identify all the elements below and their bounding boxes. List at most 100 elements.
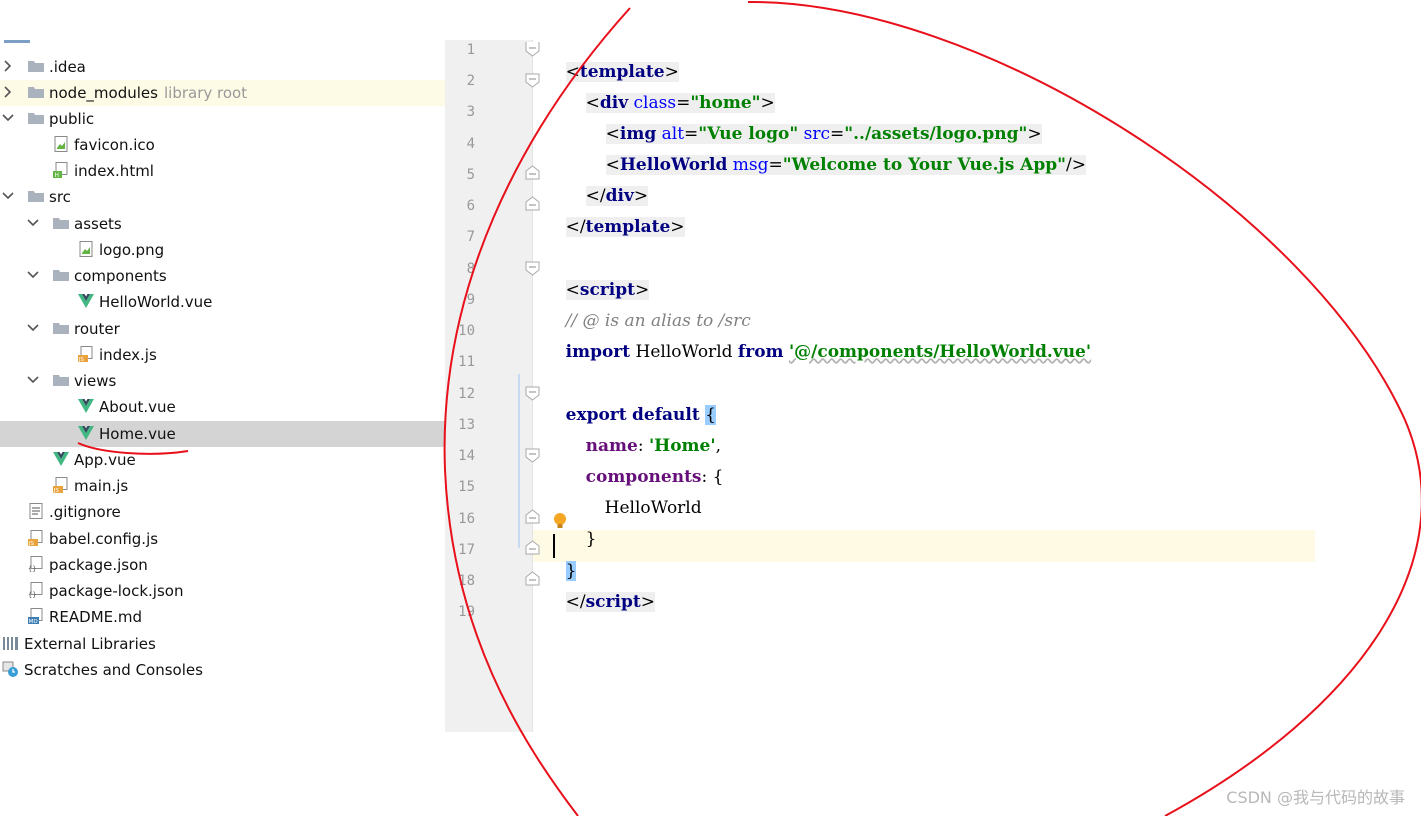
tree-item-views[interactable]: views	[0, 368, 445, 394]
folder-icon	[28, 113, 44, 124]
tree-item-logo-png[interactable]: logo.png	[0, 237, 445, 263]
tree-item-gitignore[interactable]: .gitignore	[0, 499, 445, 525]
code-line-15: HelloWorld	[583, 475, 702, 541]
tree-item-about-vue[interactable]: About.vue	[0, 394, 445, 420]
tree-item-idea[interactable]: .idea	[0, 54, 445, 80]
fold-end-marker-icon[interactable]	[525, 196, 540, 211]
tree-item-label: logo.png	[99, 241, 165, 259]
vue-file-icon	[78, 294, 94, 308]
line-number: 13	[458, 417, 475, 433]
tree-item-node-modules[interactable]: node_modules library root	[0, 80, 445, 106]
js-file-icon: JS	[28, 530, 43, 546]
fold-marker-icon[interactable]	[525, 448, 540, 463]
code-token: from	[737, 342, 784, 362]
tree-item-public[interactable]: public	[0, 106, 445, 132]
code-token: script	[585, 592, 641, 612]
tree-item-label: package.json	[49, 556, 148, 574]
tree-item-favicon[interactable]: favicon.ico	[0, 132, 445, 158]
line-number: 9	[466, 292, 475, 308]
tree-item-router[interactable]: router	[0, 316, 445, 342]
chevron-right-icon[interactable]	[1, 57, 15, 75]
image-file-icon	[79, 241, 93, 257]
code-token: />	[1066, 155, 1086, 175]
text-file-icon	[29, 503, 43, 519]
scratches-icon	[2, 661, 18, 677]
chevron-down-icon[interactable]	[1, 109, 15, 127]
code-line-10: import HelloWorld from '@/components/Hel…	[544, 319, 1091, 385]
code-line-18: </script>	[544, 569, 655, 635]
line-number: 4	[466, 136, 475, 152]
chevron-down-icon[interactable]	[26, 214, 40, 232]
js-file-icon: JS	[53, 477, 68, 493]
svg-text:MD: MD	[29, 619, 38, 624]
chevron-down-icon[interactable]	[26, 319, 40, 337]
tree-item-label: router	[74, 320, 120, 338]
fold-marker-icon[interactable]	[525, 386, 540, 401]
tree-item-assets[interactable]: assets	[0, 211, 445, 237]
tree-item-main-js[interactable]: JS main.js	[0, 473, 445, 499]
line-number: 15	[458, 479, 475, 495]
lightbulb-icon[interactable]	[553, 512, 567, 530]
svg-text:JS: JS	[78, 357, 85, 362]
code-line-4: <HelloWorld msg="Welcome to Your Vue.js …	[584, 132, 1086, 198]
chevron-right-icon[interactable]	[1, 83, 15, 101]
json-file-icon: {}	[28, 556, 43, 572]
tree-item-components[interactable]: components	[0, 263, 445, 289]
tree-item-index-js[interactable]: JS index.js	[0, 342, 445, 368]
line-number: 3	[466, 104, 475, 120]
code-token: </	[565, 592, 586, 612]
chevron-down-icon[interactable]	[26, 266, 40, 284]
tree-item-package-json[interactable]: {} package.json	[0, 552, 445, 578]
fold-marker-icon[interactable]	[525, 42, 540, 57]
fold-end-marker-icon[interactable]	[525, 540, 540, 555]
tree-item-app-vue[interactable]: App.vue	[0, 447, 445, 473]
tree-item-babel-config[interactable]: JS babel.config.js	[0, 526, 445, 552]
code-token: :	[701, 467, 713, 487]
line-number: 5	[466, 167, 475, 183]
image-file-icon	[54, 136, 68, 152]
line-number: 14	[458, 448, 475, 464]
tree-item-label: .idea	[49, 58, 86, 76]
code-token: </	[565, 217, 586, 237]
code-line-6: </template>	[544, 194, 685, 260]
tree-item-package-lock-json[interactable]: {} package-lock.json	[0, 578, 445, 604]
line-number: 18	[458, 573, 475, 589]
line-number: 2	[466, 73, 475, 89]
fold-marker-icon[interactable]	[525, 73, 540, 88]
code-token: import	[565, 342, 631, 362]
line-number: 11	[458, 354, 475, 370]
tree-item-label: index.html	[74, 162, 154, 180]
line-number: 17	[458, 542, 475, 558]
tree-item-label: babel.config.js	[49, 530, 159, 548]
line-number: 8	[466, 261, 475, 277]
tree-item-index-html[interactable]: H index.html	[0, 158, 445, 184]
tree-item-src[interactable]: src	[0, 184, 445, 210]
vue-file-icon	[78, 399, 94, 413]
fold-marker-icon[interactable]	[525, 261, 540, 276]
code-token: >	[670, 217, 685, 237]
line-number: 7	[466, 229, 475, 245]
chevron-down-icon[interactable]	[26, 371, 40, 389]
chevron-down-icon[interactable]	[1, 187, 15, 205]
tree-item-readme[interactable]: MD README.md	[0, 604, 445, 630]
code-token: {	[712, 467, 724, 487]
project-tree: .idea node_modules library root public f…	[0, 40, 445, 720]
tree-item-external-libraries[interactable]: External Libraries	[0, 631, 445, 657]
tree-item-label: package-lock.json	[49, 582, 184, 600]
code-token: HelloWorld	[630, 342, 738, 362]
code-token: >	[640, 592, 655, 612]
tree-item-label: favicon.ico	[74, 136, 155, 154]
svg-text:{}: {}	[28, 591, 36, 598]
tree-item-scratches[interactable]: Scratches and Consoles	[0, 657, 445, 683]
fold-end-marker-icon[interactable]	[525, 509, 540, 524]
libraries-icon	[3, 637, 18, 650]
tree-item-helloworld-vue[interactable]: HelloWorld.vue	[0, 289, 445, 315]
line-number: 16	[458, 511, 475, 527]
library-root-label: library root	[164, 84, 248, 102]
tree-item-label: assets	[74, 215, 122, 233]
fold-end-marker-icon[interactable]	[525, 165, 540, 180]
code-token: =	[768, 155, 783, 175]
code-editor[interactable]: 1 2 3 4 5 6 7 8 9 10 11 12 13 14 15 16 1…	[445, 40, 1421, 740]
fold-end-marker-icon[interactable]	[525, 571, 540, 586]
tree-item-home-vue[interactable]: Home.vue	[0, 421, 445, 447]
